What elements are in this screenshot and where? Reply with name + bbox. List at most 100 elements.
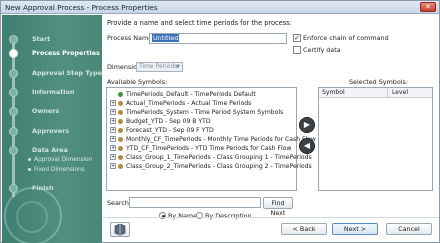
- wizard-step-process-properties[interactable]: Process Properties: [8, 47, 102, 59]
- close-button[interactable]: ✕: [420, 2, 436, 12]
- wizard-step-owners[interactable]: Owners: [8, 105, 102, 117]
- bullet-icon: [28, 158, 31, 161]
- step-dot-icon: [9, 88, 18, 97]
- step-dot-icon: [9, 127, 18, 136]
- tree-item[interactable]: TimePeriods_Default - TimePeriods Defaul…: [110, 91, 256, 99]
- symbol-node-icon: [118, 136, 123, 142]
- enforce-chain-label: Enforce chain of command: [303, 34, 389, 42]
- expand-icon[interactable]: +: [110, 118, 116, 124]
- book-icon: [114, 223, 126, 236]
- column-header-symbol[interactable]: Symbol: [322, 89, 345, 96]
- step-dot-icon: [9, 107, 18, 116]
- next-button[interactable]: Next >: [332, 223, 378, 235]
- tree-item[interactable]: + TimePeriods_System - Time Period System…: [110, 109, 283, 117]
- process-name-input[interactable]: Untitled: [149, 33, 287, 44]
- available-symbols-label: Available Symbols:: [107, 78, 168, 86]
- table-header: Symbol Level: [319, 88, 432, 98]
- enforce-chain-checkbox[interactable]: ✓: [293, 34, 301, 42]
- tree-item-label: TimePeriods_Default - TimePeriods Defaul…: [126, 91, 256, 98]
- expand-icon[interactable]: +: [110, 154, 116, 160]
- symbol-node-icon: [118, 145, 123, 151]
- wizard-step-start[interactable]: Start: [8, 33, 102, 45]
- cancel-button[interactable]: Cancel: [386, 223, 432, 235]
- tree-item[interactable]: + Class_Group_2_TimePeriods - Class Group…: [110, 163, 312, 171]
- title-bar[interactable]: New Approval Process - Process Propertie…: [1, 1, 439, 14]
- step-label: Start: [32, 35, 51, 43]
- expand-icon[interactable]: +: [110, 109, 116, 115]
- search-label: Search:: [107, 199, 132, 207]
- by-name-label: By Name: [168, 212, 198, 220]
- certify-data-label: Certify data: [303, 46, 341, 54]
- tree-item-label: Class_Group_2_TimePeriods - Class Groupi…: [126, 163, 312, 170]
- tree-item[interactable]: + Budget_YTD - Sep 09 B YTD: [110, 118, 211, 126]
- symbol-node-icon: [118, 91, 123, 97]
- dimension-value: Time Periods: [139, 63, 178, 70]
- substep-label: Approval Dimension: [34, 157, 93, 163]
- process-name-value: Untitled: [152, 34, 180, 42]
- find-next-button[interactable]: Find Next: [263, 197, 293, 217]
- dialog-window: New Approval Process - Process Propertie…: [0, 0, 440, 243]
- tree-item-label: Forecast_YTD - Sep 09 F YTD: [126, 127, 214, 134]
- step-dot-icon: [9, 146, 18, 155]
- step-dot-icon: [9, 49, 18, 58]
- step-label: Owners: [32, 107, 60, 115]
- step-label: Process Properties: [32, 49, 100, 57]
- bullet-icon: [28, 168, 31, 171]
- available-symbols-tree[interactable]: TimePeriods_Default - TimePeriods Defaul…: [106, 87, 316, 191]
- selected-symbols-label: Selected Symbols:: [349, 78, 409, 86]
- expand-icon[interactable]: +: [110, 163, 116, 169]
- symbol-node-icon: [118, 127, 123, 133]
- tree-item-label: Budget_YTD - Sep 09 B YTD: [126, 118, 211, 125]
- wizard-steps-panel: Start Process Properties Approval Step T…: [2, 15, 102, 243]
- dimension-dropdown[interactable]: Time Periods ▼: [136, 62, 183, 72]
- expand-icon[interactable]: +: [110, 100, 116, 106]
- wizard-step-approval-step-type[interactable]: Approval Step Type: [8, 67, 102, 79]
- symbol-node-icon: [118, 163, 123, 169]
- wizard-substep-approval-dimension[interactable]: Approval Dimension: [28, 157, 92, 163]
- tree-item-label: Class_Group_1_TimePeriods - Class Groupi…: [126, 154, 312, 161]
- step-label: Data Area: [32, 146, 68, 154]
- certify-data-checkbox[interactable]: [293, 46, 301, 54]
- back-button[interactable]: < Back: [281, 223, 327, 235]
- footer-divider: [103, 217, 439, 218]
- by-description-label: By Description: [205, 212, 252, 220]
- symbol-node-icon: [118, 109, 123, 115]
- search-input[interactable]: [129, 197, 261, 208]
- window-title: New Approval Process - Process Propertie…: [5, 3, 158, 12]
- tree-item[interactable]: + Forecast_YTD - Sep 09 F YTD: [110, 127, 214, 135]
- tree-item[interactable]: + Monthly_CF_TimePeriods - Monthly Time P…: [110, 136, 316, 144]
- tree-item-label: YTD_CF_TimePeriods - YTD Time Periods fo…: [126, 145, 292, 152]
- process-name-label: Process Name:: [107, 34, 155, 42]
- symbol-node-icon: [118, 100, 123, 106]
- help-button[interactable]: [110, 222, 130, 237]
- wizard-substep-fixed-dimensions[interactable]: Fixed Dimensions: [28, 167, 85, 173]
- tree-item[interactable]: + Class_Group_1_TimePeriods - Class Group…: [110, 154, 312, 162]
- step-dot-icon: [9, 35, 18, 44]
- wizard-rail: [12, 37, 15, 197]
- tree-item-label: TimePeriods_System - Time Period System …: [126, 109, 284, 116]
- step-label: Approval Step Type: [32, 69, 102, 77]
- expand-icon[interactable]: +: [110, 127, 116, 133]
- expand-icon[interactable]: +: [110, 136, 116, 142]
- step-label: Information: [32, 88, 75, 96]
- tree-item[interactable]: + Actual_TimePeriods - Actual Time Period…: [110, 100, 251, 108]
- wizard-step-data-area[interactable]: Data Area: [8, 144, 102, 156]
- remove-symbol-button[interactable]: ◀: [299, 138, 315, 154]
- column-header-level[interactable]: Level: [392, 89, 408, 96]
- expand-icon[interactable]: +: [110, 145, 116, 151]
- wizard-step-information[interactable]: Information: [8, 86, 102, 98]
- tree-item-label: Actual_TimePeriods - Actual Time Periods: [126, 100, 252, 107]
- column-divider: [387, 88, 388, 98]
- symbol-node-icon: [118, 118, 123, 124]
- step-dot-icon: [9, 69, 18, 78]
- wizard-step-approvers[interactable]: Approvers: [8, 125, 102, 137]
- decorative-swirl-icon: [16, 201, 48, 233]
- symbol-node-icon: [118, 154, 123, 160]
- substep-label: Fixed Dimensions: [34, 167, 85, 173]
- form-heading: Provide a name and select time periods f…: [107, 19, 292, 27]
- chevron-down-icon: ▼: [176, 64, 180, 70]
- tree-item[interactable]: + YTD_CF_TimePeriods - YTD Time Periods f…: [110, 145, 291, 153]
- add-symbol-button[interactable]: ▶: [299, 117, 315, 133]
- selected-symbols-table[interactable]: Symbol Level: [318, 87, 433, 191]
- step-label: Approvers: [32, 127, 70, 135]
